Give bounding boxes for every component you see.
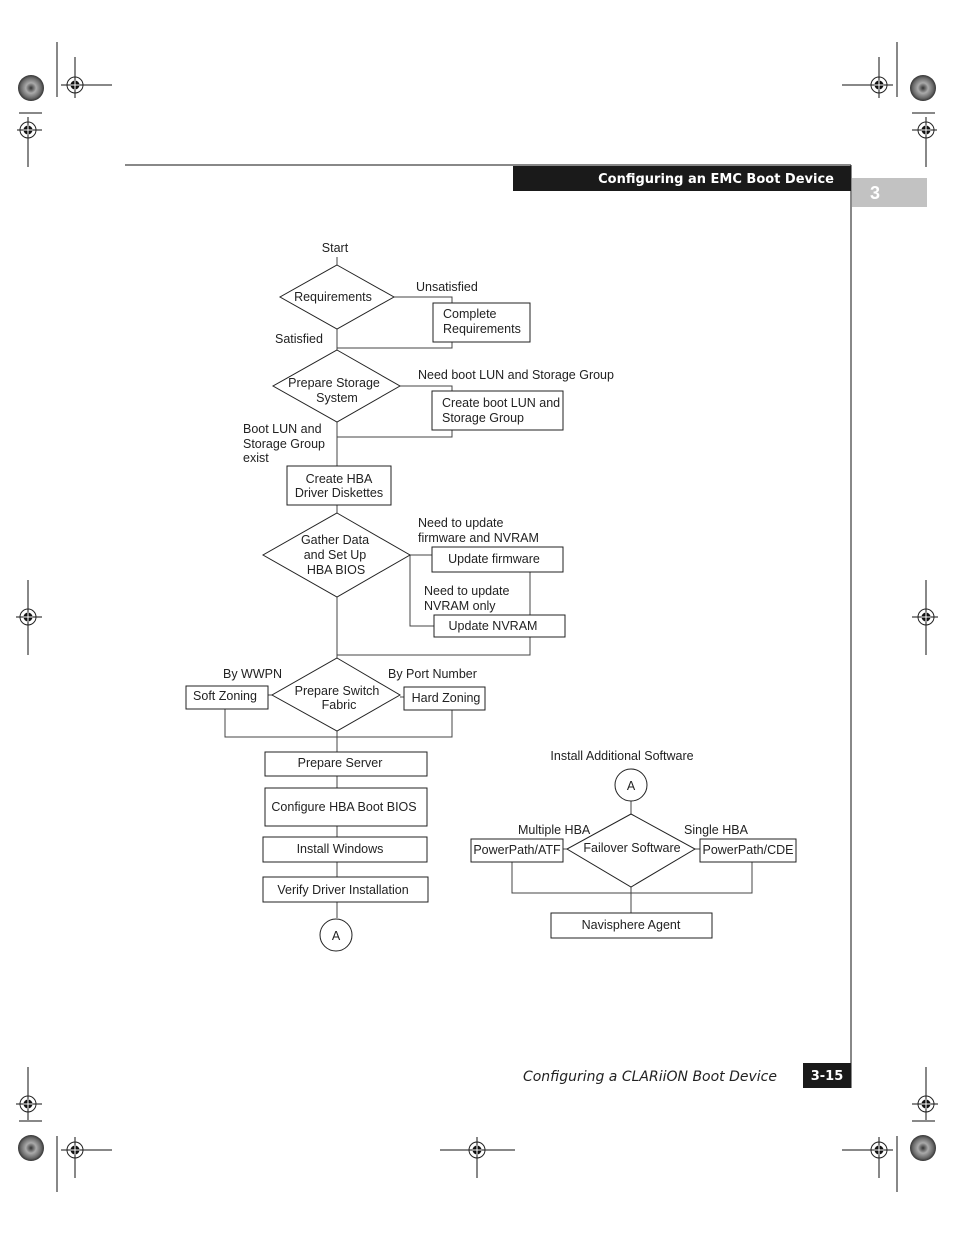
lun-exist-line2: Storage Group [243, 437, 325, 451]
flowchart-page: Configuring an EMC Boot Device 3 Start R… [16, 42, 938, 1192]
page-number: 3-15 [811, 1069, 844, 1084]
update-firmware-text: Update firmware [448, 552, 540, 566]
lun-exist-line1: Boot LUN and [243, 422, 322, 436]
create-boot-lun-line1: Create boot LUN and [442, 396, 560, 410]
install-additional-title: Install Additional Software [550, 749, 693, 763]
complete-requirements-line2: Requirements [443, 322, 521, 336]
gather-data-line1: Gather Data [301, 533, 369, 547]
section-title: Configuring an EMC Boot Device [598, 172, 834, 187]
satisfied-label: Satisfied [275, 332, 323, 346]
gather-data-line2: and Set Up [304, 548, 367, 562]
additional-connector-text: A [627, 779, 636, 793]
powerpath-atf-text: PowerPath/ATF [473, 843, 561, 857]
color-target-icon [18, 1135, 44, 1161]
prepare-storage-line2: System [316, 391, 358, 405]
fw-nvram-label-line1: Need to update [418, 516, 504, 530]
fw-nvram-label-line2: firmware and NVRAM [418, 531, 539, 545]
install-windows-text: Install Windows [297, 842, 384, 856]
chapter-tab [852, 178, 927, 207]
create-boot-lun-line2: Storage Group [442, 411, 524, 425]
color-target-icon [910, 75, 936, 101]
start-label: Start [322, 241, 349, 255]
prepare-switch-line2: Fabric [322, 698, 357, 712]
update-nvram-text: Update NVRAM [449, 619, 538, 633]
nvram-only-label-line2: NVRAM only [424, 599, 496, 613]
color-target-icon [18, 75, 44, 101]
by-wwpn-label: By WWPN [223, 667, 282, 681]
failover-text: Failover Software [583, 841, 680, 855]
configure-hba-bios-text: Configure HBA Boot BIOS [271, 800, 416, 814]
color-target-icon [910, 1135, 936, 1161]
chapter-number: 3 [870, 183, 880, 203]
gather-data-line3: HBA BIOS [307, 563, 365, 577]
lun-exist-line3: exist [243, 451, 269, 465]
multiple-hba-label: Multiple HBA [518, 823, 591, 837]
prepare-server-text: Prepare Server [298, 756, 383, 770]
unsatisfied-label: Unsatisfied [416, 280, 478, 294]
create-hba-line1: Create HBA [306, 472, 373, 486]
need-boot-lun-label: Need boot LUN and Storage Group [418, 368, 614, 382]
navisphere-agent-text: Navisphere Agent [582, 918, 681, 932]
hard-zoning-text: Hard Zoning [412, 691, 481, 705]
connector-a-text: A [332, 929, 341, 943]
powerpath-cde-text: PowerPath/CDE [702, 843, 793, 857]
single-hba-label: Single HBA [684, 823, 749, 837]
prepare-switch-line1: Prepare Switch [295, 684, 380, 698]
prepare-storage-line1: Prepare Storage [288, 376, 380, 390]
soft-zoning-text: Soft Zoning [193, 689, 257, 703]
requirements-text: Requirements [294, 290, 372, 304]
create-hba-line2: Driver Diskettes [295, 486, 383, 500]
complete-requirements-line1: Complete [443, 307, 497, 321]
footer-title: Configuring a CLARiiON Boot Device [523, 1069, 777, 1085]
nvram-only-label-line1: Need to update [424, 584, 510, 598]
verify-driver-text: Verify Driver Installation [277, 883, 408, 897]
by-port-label: By Port Number [388, 667, 477, 681]
